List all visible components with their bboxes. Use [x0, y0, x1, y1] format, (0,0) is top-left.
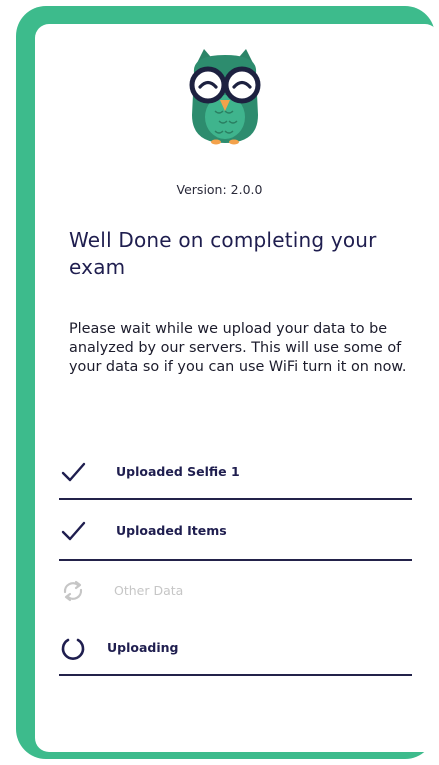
- upload-item-label: Uploaded Items: [116, 523, 227, 538]
- app-version: Version: 2.0.0: [176, 182, 263, 197]
- upload-item-selfie: Uploaded Selfie 1: [59, 459, 412, 485]
- check-icon: [61, 521, 86, 541]
- upload-item-label: Uploaded Selfie 1: [116, 464, 240, 479]
- upload-message: Please wait while we upload your data to…: [69, 321, 407, 375]
- sync-icon: [63, 580, 83, 602]
- upload-item-label: Uploading: [107, 640, 179, 655]
- upload-item-uploading: Uploading: [59, 635, 412, 661]
- upload-item-items: Uploaded Items: [59, 518, 412, 544]
- upload-item-other-data: Other Data: [59, 578, 412, 604]
- divider: [59, 674, 412, 676]
- check-icon: [61, 462, 86, 482]
- page-title: Well Done on completing your exam: [69, 228, 377, 279]
- upload-item-label: Other Data: [114, 583, 184, 598]
- divider: [59, 559, 412, 561]
- divider: [59, 498, 412, 500]
- spinner-icon: [61, 638, 85, 660]
- owl-logo-icon: [189, 49, 261, 145]
